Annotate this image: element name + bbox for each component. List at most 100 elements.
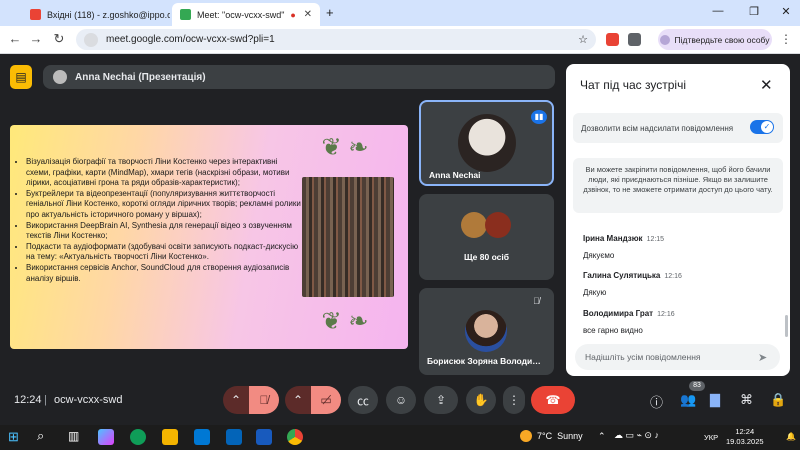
- activities-icon[interactable]: ⌘: [740, 392, 753, 408]
- notifications-icon[interactable]: 🔔: [786, 432, 796, 441]
- emoji-button[interactable]: ☺: [386, 386, 416, 414]
- present-icon: ⇪: [435, 393, 447, 407]
- windows-start-icon[interactable]: ⊞: [8, 429, 19, 445]
- speaking-icon: ▮▮: [531, 110, 547, 124]
- menu-icon[interactable]: ⋮: [780, 32, 792, 46]
- clock[interactable]: 12:24 19.03.2025: [726, 427, 764, 447]
- meet-icon: [180, 9, 191, 20]
- meeting-code: ocw-vcxx-swd: [54, 394, 123, 406]
- ornament-bottom: ❦ ❧: [321, 308, 369, 335]
- participant-tile-anna[interactable]: ▮▮ Anna Nechai: [419, 100, 554, 186]
- tray-icons[interactable]: ☁ ▭ ⌁ ⊙ ♪: [614, 430, 659, 441]
- people-icon[interactable]: 👥: [680, 392, 696, 408]
- message-text: все гарно видно: [583, 326, 643, 335]
- participant-name: Ще 80 осіб: [464, 252, 509, 262]
- audio-options-button[interactable]: ⌃: [223, 386, 249, 414]
- close-icon[interactable]: ✕: [760, 76, 773, 94]
- hang-up-icon: ☎: [545, 393, 561, 407]
- window-close-icon[interactable]: ✕: [774, 5, 798, 18]
- chevron-up-icon: ⌃: [230, 393, 242, 407]
- clock-date: 19.03.2025: [726, 437, 764, 446]
- send-icon[interactable]: ➤: [758, 351, 767, 364]
- tab-meet[interactable]: Meet: "ocw-vcxx-swd" ● ✕: [172, 3, 320, 26]
- video-options-button[interactable]: ⌃: [285, 386, 311, 414]
- search-icon[interactable]: ⌕: [37, 428, 44, 444]
- participant-tile-others[interactable]: Ще 80 осіб: [419, 194, 554, 280]
- message-author: Володимира Грат: [583, 309, 654, 318]
- slide-bullet: Подкасти та аудіоформати (здобувачі осві…: [26, 242, 302, 263]
- chevron-up-icon[interactable]: ⌃: [598, 431, 606, 442]
- emoji-icon: ☺: [394, 393, 408, 407]
- meeting-clock: 12:24: [14, 394, 42, 406]
- more-options-button[interactable]: ⋮: [503, 386, 525, 414]
- chat-input[interactable]: Надішліть усім повідомлення: [575, 344, 780, 370]
- allow-messages-toggle[interactable]: [750, 120, 774, 134]
- chat-scrollbar[interactable]: [785, 315, 788, 337]
- participant-avatar: [485, 212, 511, 238]
- allow-messages-label: Дозволити всім надсилати повідомлення: [581, 123, 734, 133]
- mic-toggle-button[interactable]: 🎙̸: [249, 386, 279, 414]
- info-icon[interactable]: ⓘ: [650, 392, 663, 411]
- mic-off-icon: 🎙̸: [259, 393, 269, 407]
- camera-toggle-button[interactable]: ▭̸: [311, 386, 341, 414]
- copilot-icon[interactable]: [98, 429, 114, 445]
- weather-text: Sunny: [557, 431, 583, 441]
- minimize-icon[interactable]: —: [706, 5, 730, 17]
- chat-title: Чат під час зустрічі: [580, 78, 686, 92]
- store-icon[interactable]: [194, 429, 210, 445]
- captions-icon: ㏄: [356, 393, 369, 408]
- presentation-icon[interactable]: ▤: [10, 65, 32, 89]
- address-bar[interactable]: meet.google.com/ocw-vcxx-swd?pli=1 ☆: [76, 29, 596, 50]
- leave-call-button[interactable]: ☎: [531, 386, 575, 414]
- chat-input-placeholder: Надішліть усім повідомлення: [585, 352, 701, 362]
- presenter-name: Anna Nechai (Презентація): [75, 71, 206, 83]
- chrome-icon[interactable]: [287, 429, 303, 445]
- file-explorer-icon[interactable]: [162, 429, 178, 445]
- host-controls-icon[interactable]: 🔒: [770, 392, 786, 408]
- participant-name: Борисюк Зоряна Володи…: [427, 356, 541, 366]
- message-time: 12:16: [657, 311, 675, 318]
- recording-icon: ●: [290, 9, 296, 20]
- separator: |: [44, 394, 47, 406]
- new-tab-icon[interactable]: +: [326, 5, 334, 20]
- chat-message: Галина Сулятицька 12:16 Дякую: [583, 271, 682, 297]
- task-view-icon[interactable]: ▥: [68, 429, 79, 443]
- extension-icon[interactable]: [606, 33, 619, 46]
- site-info-icon[interactable]: [84, 32, 98, 47]
- camera-off-icon: ▭̸: [320, 393, 332, 407]
- slide-bullet: Буктрейлери та відеопрезентації (популяр…: [26, 189, 302, 221]
- message-time: 12:15: [646, 236, 665, 243]
- participant-avatar: [461, 212, 487, 238]
- outlook-icon[interactable]: [226, 429, 242, 445]
- back-icon[interactable]: ←: [6, 31, 24, 46]
- chat-icon[interactable]: ▇: [710, 392, 720, 408]
- more-icon: ⋮: [508, 393, 520, 407]
- verify-identity-button[interactable]: Підтвердьте свою особу: [658, 29, 772, 50]
- books-image: [302, 177, 394, 297]
- keyboard-language[interactable]: УКР: [704, 433, 718, 442]
- edge-icon[interactable]: [130, 429, 146, 445]
- participant-tile-borysiuk[interactable]: 🎙̸ Борисюк Зоряна Володи…: [419, 288, 554, 375]
- pin-notice: Ви можете закріпити повідомлення, щоб йо…: [573, 158, 783, 213]
- chat-message: Володимира Грат 12:16 все гарно видно: [583, 309, 675, 335]
- forward-icon[interactable]: →: [27, 31, 45, 46]
- extensions-icon[interactable]: [628, 33, 641, 46]
- os-taskbar: [0, 425, 800, 450]
- chevron-up-icon: ⌃: [292, 393, 304, 407]
- raise-hand-button[interactable]: ✋: [466, 386, 496, 414]
- captions-button[interactable]: ㏄: [348, 386, 378, 414]
- message-author: Галина Сулятицька: [583, 271, 661, 280]
- message-text: Дякую: [583, 288, 607, 297]
- message-time: 12:16: [664, 273, 682, 280]
- tab-gmail[interactable]: Вхідні (118) - z.goshko@ippo.o ✕: [22, 3, 170, 26]
- reload-icon[interactable]: ↻: [50, 31, 68, 47]
- restore-icon[interactable]: ❐: [742, 5, 766, 18]
- weather-widget[interactable]: 7°C Sunny: [520, 430, 583, 442]
- star-icon[interactable]: ☆: [578, 33, 588, 46]
- close-icon[interactable]: ✕: [304, 9, 312, 20]
- slide-bullets: Візуалізація біографії та творчості Ліни…: [16, 157, 302, 284]
- participant-avatar: [465, 310, 507, 352]
- word-icon[interactable]: [256, 429, 272, 445]
- present-button[interactable]: ⇪: [424, 386, 458, 414]
- tab-label: Meet: "ocw-vcxx-swd": [197, 9, 285, 20]
